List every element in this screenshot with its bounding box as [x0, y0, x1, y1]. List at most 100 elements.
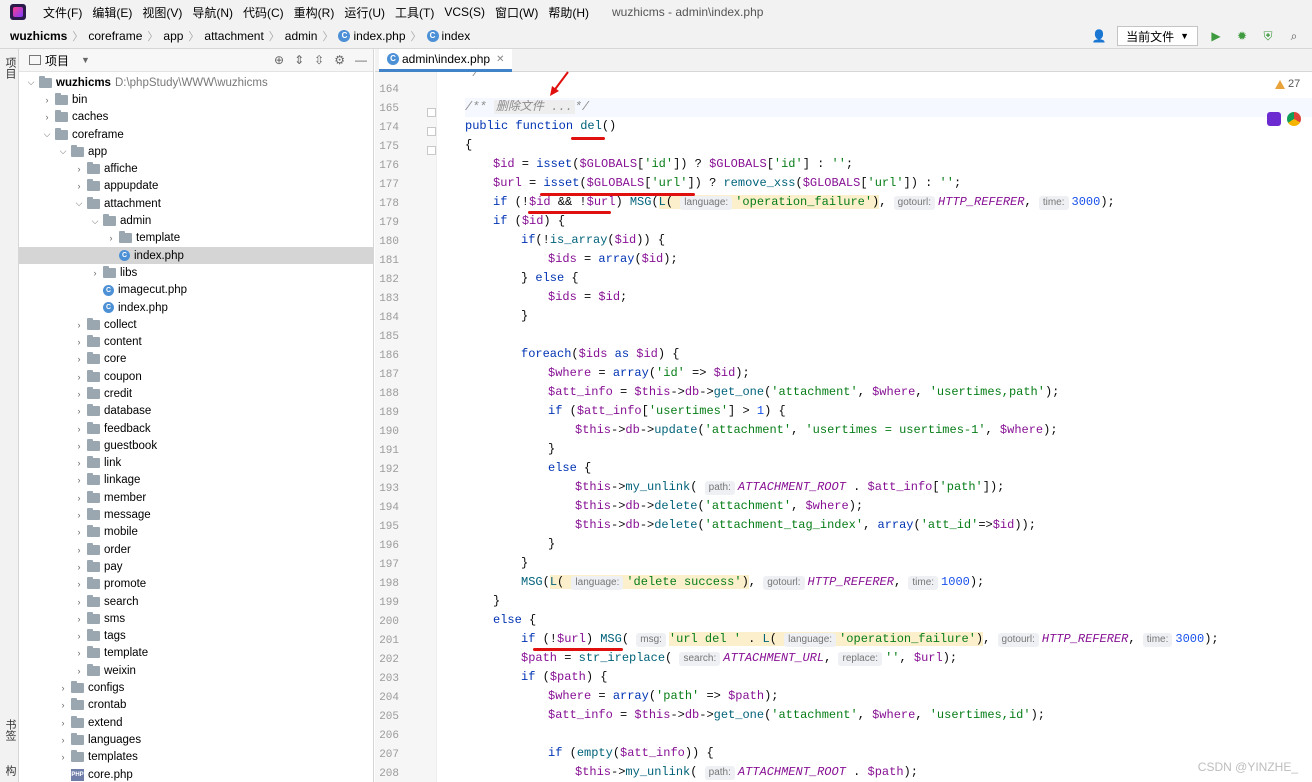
chrome-icon[interactable] [1287, 112, 1301, 126]
line-number[interactable]: 185 [375, 331, 399, 343]
menu-help[interactable]: 帮助(H) [543, 4, 594, 21]
chevron-right-icon[interactable]: › [89, 268, 101, 278]
tree-item[interactable]: › database [19, 403, 373, 420]
chevron-right-icon[interactable]: › [73, 562, 85, 572]
editor-tab-active[interactable]: C admin\index.php ✕ [379, 49, 513, 72]
tree-item[interactable]: › template [19, 645, 373, 662]
locate-icon[interactable]: ⊕ [274, 53, 284, 67]
tree-item[interactable]: › pay [19, 558, 373, 575]
tree-item[interactable]: Cindex.php [19, 246, 373, 265]
tree-item[interactable]: › content [19, 333, 373, 350]
inspection-warnings[interactable]: 27 [1275, 78, 1300, 90]
menu-view[interactable]: 视图(V) [137, 4, 187, 21]
tree-item[interactable]: › appupdate [19, 178, 373, 195]
line-number[interactable]: 191 [375, 445, 399, 457]
tree-item[interactable]: › feedback [19, 420, 373, 437]
chevron-right-icon[interactable]: › [57, 735, 69, 745]
code-editor[interactable]: */ /** 删除文件 ... */ public function del() … [437, 72, 1312, 782]
line-number[interactable]: 182 [375, 274, 399, 286]
tree-root[interactable]: ⌵ wuzhicms D:\phpStudy\WWW\wuzhicms [19, 74, 373, 91]
chevron-down-icon[interactable]: ⌵ [41, 129, 53, 140]
line-number[interactable]: 204 [375, 692, 399, 704]
coverage-icon[interactable]: ⛨ [1260, 28, 1276, 44]
breadcrumb-coreframe[interactable]: coreframe [88, 29, 142, 43]
line-number[interactable]: 208 [375, 768, 399, 780]
line-number[interactable]: 202 [375, 654, 399, 666]
chevron-right-icon[interactable]: › [73, 164, 85, 174]
chevron-right-icon[interactable]: › [105, 233, 117, 243]
tree-item[interactable]: › linkage [19, 472, 373, 489]
chevron-right-icon[interactable]: › [57, 700, 69, 710]
chevron-right-icon[interactable]: › [73, 181, 85, 191]
breadcrumb-admin[interactable]: admin [285, 29, 318, 43]
chevron-right-icon[interactable]: › [73, 354, 85, 364]
chevron-right-icon[interactable]: › [73, 510, 85, 520]
chevron-right-icon[interactable]: › [73, 475, 85, 485]
line-number[interactable]: 195 [375, 521, 399, 533]
line-number[interactable]: 194 [375, 502, 399, 514]
user-icon[interactable]: 👤 [1091, 28, 1107, 44]
chevron-right-icon[interactable]: › [73, 424, 85, 434]
chevron-right-icon[interactable]: › [57, 718, 69, 728]
tree-item[interactable]: ⌵ admin [19, 212, 373, 229]
line-number[interactable]: 187 [375, 369, 399, 381]
tree-item[interactable]: › templates [19, 749, 373, 766]
tree-item[interactable]: › crontab [19, 697, 373, 714]
line-number[interactable]: 200 [375, 616, 399, 628]
line-number[interactable]: 176 [375, 160, 399, 172]
chevron-right-icon[interactable]: › [73, 648, 85, 658]
line-number[interactable]: 203 [375, 673, 399, 685]
tree-item[interactable]: › libs [19, 264, 373, 281]
tree-item[interactable]: › extend [19, 714, 373, 731]
chevron-right-icon[interactable]: › [73, 406, 85, 416]
tree-item[interactable]: › languages [19, 731, 373, 748]
line-number[interactable]: 201 [375, 635, 399, 647]
tree-item[interactable]: › collect [19, 316, 373, 333]
chevron-right-icon[interactable]: › [73, 527, 85, 537]
tree-item[interactable]: › mobile [19, 524, 373, 541]
line-number[interactable]: 181 [375, 255, 399, 267]
tree-item[interactable]: › guestbook [19, 437, 373, 454]
breadcrumb-project[interactable]: wuzhicms [10, 29, 67, 43]
chevron-down-icon[interactable]: ⌵ [73, 198, 85, 209]
tree-item[interactable]: PHP core.php [19, 766, 373, 782]
chevron-down-icon[interactable]: ▼ [81, 55, 90, 65]
run-icon[interactable]: ▶ [1208, 28, 1224, 44]
line-number[interactable]: 183 [375, 293, 399, 305]
breadcrumb-app[interactable]: app [163, 29, 183, 43]
line-number[interactable]: 193 [375, 483, 399, 495]
chevron-right-icon[interactable]: › [73, 389, 85, 399]
fold-marker-icon[interactable] [427, 108, 436, 117]
breadcrumb-attachment[interactable]: attachment [204, 29, 263, 43]
project-panel-title[interactable]: 项目 [45, 52, 69, 69]
chevron-right-icon[interactable]: › [73, 372, 85, 382]
bookmarks-tool-window-button[interactable]: 书签 [2, 719, 18, 741]
line-number[interactable]: 197 [375, 559, 399, 571]
tree-item[interactable]: Cimagecut.php [19, 282, 373, 299]
debug-icon[interactable]: ✹ [1234, 28, 1250, 44]
line-number[interactable]: 196 [375, 540, 399, 552]
phpstorm-browser-icon[interactable] [1267, 112, 1281, 126]
tree-item[interactable]: › template [19, 230, 373, 247]
line-number[interactable]: 186 [375, 350, 399, 362]
line-number[interactable]: 189 [375, 407, 399, 419]
tree-item[interactable]: › link [19, 455, 373, 472]
tree-item[interactable]: › member [19, 489, 373, 506]
menu-window[interactable]: 窗口(W) [490, 4, 543, 21]
line-number[interactable]: 206 [375, 730, 399, 742]
line-number[interactable]: 180 [375, 236, 399, 248]
tree-item[interactable]: › coupon [19, 368, 373, 385]
menu-file[interactable]: 文件(F) [38, 4, 87, 21]
tree-item[interactable]: › configs [19, 679, 373, 696]
tree-item[interactable]: › tags [19, 628, 373, 645]
project-tool-window-button[interactable]: 项目 [2, 57, 18, 79]
line-number[interactable]: 175 [375, 141, 399, 153]
close-icon[interactable]: ✕ [496, 54, 504, 65]
line-number[interactable]: 190 [375, 426, 399, 438]
search-icon[interactable]: ⌕ [1286, 28, 1302, 44]
chevron-right-icon[interactable]: › [41, 112, 53, 122]
chevron-right-icon[interactable]: › [73, 597, 85, 607]
line-number[interactable]: 207 [375, 749, 399, 761]
tree-item[interactable]: › caches [19, 109, 373, 126]
chevron-right-icon[interactable]: › [57, 752, 69, 762]
